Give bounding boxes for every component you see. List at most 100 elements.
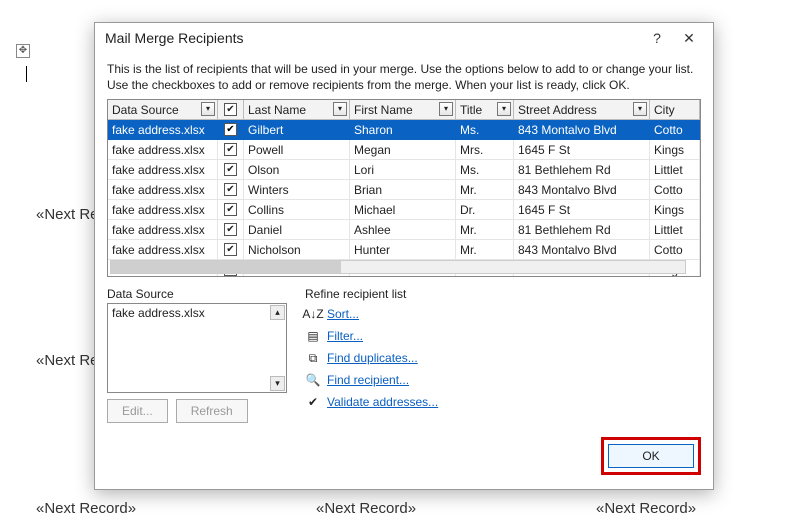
cell-title: Ms. [456,160,514,180]
help-button[interactable]: ? [641,26,673,50]
cell-last-name: Winters [244,180,350,200]
cell-first-name: Megan [350,140,456,160]
cell-first-name: Lori [350,160,456,180]
chevron-down-icon[interactable]: ▾ [633,102,647,116]
scrollbar-thumb[interactable] [111,261,341,273]
refine-link[interactable]: Validate addresses... [327,395,438,409]
cell-title: Ms. [456,120,514,140]
checkbox-icon[interactable]: ✔ [224,183,237,196]
cell-last-name: Olson [244,160,350,180]
cell-last-name: Powell [244,140,350,160]
checkbox-icon[interactable]: ✔ [224,123,237,136]
checkbox-icon[interactable]: ✔ [224,243,237,256]
cell-city: Littlet [650,220,700,240]
cell-city: Cotto [650,240,700,260]
cell-data-source: fake address.xlsx [108,160,218,180]
header-city-label: City [654,103,675,117]
refine-link[interactable]: Sort... [327,307,359,321]
refine-link[interactable]: Find recipient... [327,373,409,387]
cell-checkbox[interactable]: ✔ [218,140,244,160]
data-source-item[interactable]: fake address.xlsx [112,306,205,320]
anchor-icon: ✥ [16,44,30,58]
refine-item-icon: ⧉ [305,350,321,366]
scroll-up-icon[interactable]: ▴ [270,305,285,320]
cell-title: Mr. [456,220,514,240]
cell-title: Mrs. [456,140,514,160]
refine-item: 🔍 Find recipient... [305,369,701,391]
table-row[interactable]: fake address.xlsx ✔ WintersBrianMr.843 Mon… [108,180,700,200]
checkbox-icon[interactable]: ✔ [224,223,237,236]
mail-merge-recipients-dialog: Mail Merge Recipients ? ✕ This is the li… [94,22,714,490]
cell-checkbox[interactable]: ✔ [218,240,244,260]
cell-city: Kings [650,200,700,220]
header-last-name[interactable]: Last Name▾ [244,100,350,120]
refine-item: ▤Filter... [305,325,701,347]
cell-checkbox[interactable]: ✔ [218,120,244,140]
table-row[interactable]: fake address.xlsx✔CollinsMichaelDr.1645 … [108,200,700,220]
refine-link[interactable]: Filter... [327,329,363,343]
cell-last-name: Gilbert [244,120,350,140]
cell-checkbox[interactable]: ✔ [218,200,244,220]
header-first-name-label: First Name [354,103,413,117]
header-data-source-label: Data Source [112,103,179,117]
cell-data-source: fake address.xlsx [108,180,218,200]
header-check-all[interactable]: ✔ [218,100,244,120]
cell-checkbox[interactable]: ✔ [218,220,244,240]
dialog-title: Mail Merge Recipients [105,30,641,46]
cell-last-name: Daniel [244,220,350,240]
cell-last-name: Nicholson [244,240,350,260]
checkbox-icon[interactable]: ✔ [224,143,237,156]
cell-title: Mr. [456,180,514,200]
chevron-down-icon[interactable]: ▾ [497,102,511,116]
header-street-label: Street Address [518,103,597,117]
header-city[interactable]: City [650,100,700,120]
cell-checkbox[interactable]: ✔ [218,180,244,200]
text-cursor [26,66,27,82]
refine-item: A↓Z Sort... [305,303,701,325]
cell-data-source: fake address.xlsx [108,240,218,260]
header-title[interactable]: Title ▾ [456,100,514,120]
table-row[interactable]: fake address.xlsx✔DanielAshleeMr.81 Beth… [108,220,700,240]
cell-street-address: 1645 F St [514,140,650,160]
refine-item-icon: A↓Z [305,306,321,322]
cell-first-name: Hunter [350,240,456,260]
table-row[interactable]: fake address.xlsx✔GilbertSharonMs.843 Mo… [108,120,700,140]
recipients-grid[interactable]: Data Source ▾ ✔ Last Name▾ First Name ▾ Ti… [107,99,701,277]
header-street-address[interactable]: Street Address ▾ [514,100,650,120]
data-source-list[interactable]: fake address.xlsx ▴ ▾ [107,303,287,393]
scroll-down-icon[interactable]: ▾ [270,376,285,391]
merge-field-placeholder: «Next Record» [316,500,416,517]
refresh-button[interactable]: Refresh [176,399,248,423]
table-row[interactable]: fake address.xlsx✔NicholsonHunterMr.843 … [108,240,700,260]
cell-data-source: fake address.xlsx [108,200,218,220]
table-row[interactable]: fake address.xlsx✔OlsonLoriMs.81 Bethleh… [108,160,700,180]
cell-checkbox[interactable]: ✔ [218,160,244,180]
merge-field-placeholder: «Next Record» [36,500,136,517]
refine-link[interactable]: Find duplicates... [327,351,418,365]
cell-city: Kings [650,140,700,160]
table-row[interactable]: fake address.xlsx✔PowellMeganMrs.1645 F … [108,140,700,160]
checkbox-icon[interactable]: ✔ [224,203,237,216]
refine-item-icon: ✔ [305,394,321,410]
header-data-source[interactable]: Data Source ▾ [108,100,218,120]
ok-button[interactable]: OK [608,444,694,468]
edit-button[interactable]: Edit... [107,399,168,423]
refine-label: Refine recipient list [305,287,701,301]
cell-street-address: 843 Montalvo Blvd [514,180,650,200]
close-button[interactable]: ✕ [673,26,705,50]
cell-first-name: Sharon [350,120,456,140]
chevron-down-icon[interactable]: ▾ [439,102,453,116]
grid-horizontal-scrollbar[interactable] [110,260,686,274]
header-title-label: Title [460,103,482,117]
checkbox-icon[interactable]: ✔ [224,163,237,176]
refine-item: ⧉ Find duplicates... [305,347,701,369]
chevron-down-icon[interactable]: ▾ [333,102,347,116]
cell-street-address: 81 Bethlehem Rd [514,220,650,240]
merge-field-placeholder: «Next Record» [596,500,696,517]
cell-first-name: Brian [350,180,456,200]
cell-title: Mr. [456,240,514,260]
refine-item-icon: 🔍 [305,372,321,388]
chevron-down-icon[interactable]: ▾ [201,102,215,116]
checkbox-icon[interactable]: ✔ [224,103,237,116]
header-first-name[interactable]: First Name ▾ [350,100,456,120]
